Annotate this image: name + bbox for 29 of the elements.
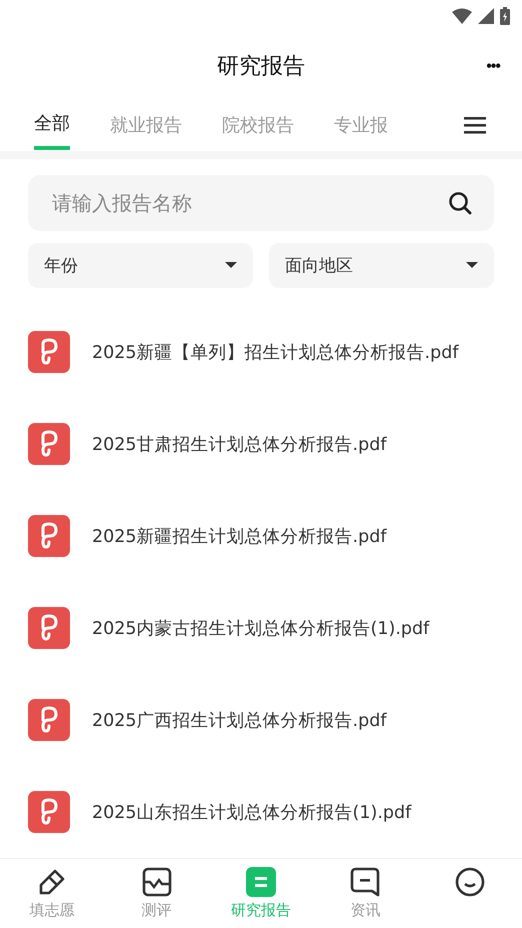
filter-dropdown[interactable]: 面向地区 <box>269 242 494 288</box>
pencil-icon <box>37 866 68 896</box>
pdf-icon <box>28 330 70 372</box>
filter-dropdown[interactable]: 年份 <box>28 242 253 288</box>
caret-icon <box>466 261 478 269</box>
pdf-icon <box>28 790 70 832</box>
search-icon[interactable] <box>448 190 472 215</box>
pdf-icon <box>28 422 70 464</box>
report-item[interactable]: 2025甘肃招生计划总体分析报告.pdf <box>0 398 522 490</box>
message-icon <box>350 866 380 896</box>
chart-icon <box>142 866 172 896</box>
category-tab[interactable]: 全部 <box>34 100 70 150</box>
document-icon <box>246 866 276 896</box>
page-title: 研究报告 <box>217 52 305 81</box>
report-item[interactable]: 2025内蒙古招生计划总体分析报告(1).pdf <box>0 582 522 674</box>
report-item[interactable]: 2025山东招生计划总体分析报告(1).pdf <box>0 766 522 858</box>
signal-icon <box>478 8 494 24</box>
more-button[interactable]: ••• <box>482 54 504 80</box>
battery-icon <box>500 6 510 25</box>
pdf-icon <box>28 698 70 740</box>
pdf-icon <box>28 606 70 648</box>
report-item[interactable]: 2025广西招生计划总体分析报告.pdf <box>0 674 522 766</box>
pdf-icon <box>28 514 70 556</box>
wifi-icon <box>452 8 472 24</box>
profile-icon <box>454 866 485 896</box>
report-item[interactable]: 2025新疆【单列】招生计划总体分析报告.pdf <box>0 306 522 398</box>
caret-icon <box>225 261 237 269</box>
report-item[interactable]: 2025新疆招生计划总体分析报告.pdf <box>0 490 522 582</box>
search-field[interactable]: 请输入报告名称 <box>28 174 494 230</box>
